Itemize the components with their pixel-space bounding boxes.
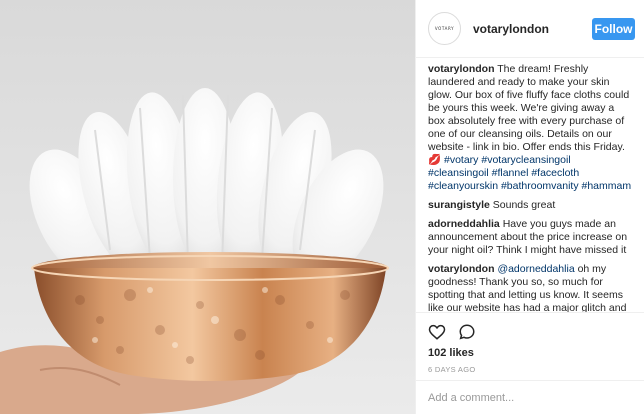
comment-text: Sounds great — [492, 199, 556, 211]
kiss-emoji-icon: 💋 — [428, 154, 442, 166]
instagram-post: VOTARY votarylondon Follow votarylondon … — [0, 0, 644, 414]
heart-icon[interactable] — [428, 323, 446, 341]
post-timestamp: 6 DAYS AGO — [428, 365, 476, 374]
bowl-of-face-cloths-image — [0, 0, 415, 414]
list-item: votarylondon @adorneddahlia oh my goodne… — [428, 263, 633, 312]
comment-input[interactable] — [428, 391, 628, 404]
like-count[interactable]: 102 likes — [428, 347, 633, 359]
post-sidebar: VOTARY votarylondon Follow votarylondon … — [415, 0, 644, 414]
list-item: votarylondon The dream! Freshly laundere… — [428, 63, 633, 193]
comment-input-area — [416, 380, 644, 414]
post-photo[interactable] — [0, 0, 415, 414]
post-header: VOTARY votarylondon Follow — [416, 0, 644, 58]
comment-text: The dream! Freshly laundered and ready t… — [428, 63, 630, 153]
comment-username[interactable]: surangistyle — [428, 199, 490, 211]
comment-list: votarylondon The dream! Freshly laundere… — [416, 58, 644, 312]
hashtags-link[interactable]: #votary #votarycleansingoil #cleansingoi… — [428, 154, 631, 192]
follow-button[interactable]: Follow — [592, 17, 635, 40]
list-item: adorneddahlia Have you guys made an anno… — [428, 218, 633, 257]
action-icons — [428, 313, 633, 347]
comment-username[interactable]: votarylondon — [428, 263, 495, 275]
list-item: surangistyle Sounds great — [428, 199, 633, 212]
mention-link[interactable]: @adorneddahlia — [497, 263, 574, 275]
post-username[interactable]: votarylondon — [473, 22, 592, 36]
comment-username[interactable]: votarylondon — [428, 63, 495, 75]
comment-icon[interactable] — [458, 323, 476, 341]
avatar[interactable]: VOTARY — [428, 12, 461, 45]
comment-username[interactable]: adorneddahlia — [428, 218, 500, 230]
avatar-logo-text: VOTARY — [434, 26, 455, 31]
